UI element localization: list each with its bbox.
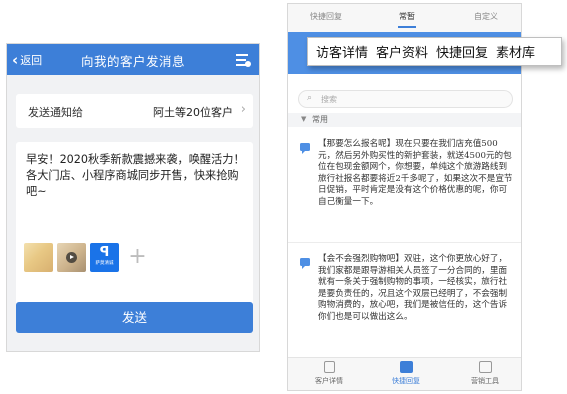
mini-program-logo-icon: ꟼ	[99, 245, 110, 260]
category-name: 常用	[312, 115, 328, 124]
add-attachment-button[interactable]: +	[123, 243, 152, 272]
chat-icon	[399, 361, 413, 373]
bottom-tab-quick-reply[interactable]: 快捷回复	[381, 361, 431, 386]
message-textarea[interactable]: 早安！2020秋季新款震撼来袭，唤醒活力！各大门店、小程序商城同步开售，快来抢购…	[26, 152, 246, 200]
attachment-list: ꟼ 萨莫清诚 +	[24, 243, 152, 272]
search-input[interactable]: ⌕ 搜索	[298, 90, 513, 108]
search-icon: ⌕	[307, 93, 313, 103]
nav-bar: ‹ 返回 向我的客户发消息	[7, 44, 259, 75]
tab-indicator	[398, 26, 416, 28]
attachment-video[interactable]	[57, 243, 86, 272]
attachment-mini-program[interactable]: ꟼ 萨莫清诚	[90, 243, 119, 272]
message-icon	[300, 143, 310, 154]
profile-icon	[323, 361, 335, 373]
toolbar-customer-info[interactable]: 客户资料	[376, 42, 428, 61]
tab-common[interactable]: 常暂	[399, 11, 415, 22]
toolbar-material-library[interactable]: 素材库	[496, 42, 535, 61]
tools-icon	[478, 361, 492, 373]
chevron-right-icon: ›	[240, 102, 246, 117]
toolbar-quick-reply[interactable]: 快捷回复	[436, 42, 488, 61]
search-placeholder: 搜索	[321, 95, 337, 104]
tab-custom[interactable]: 自定义	[474, 11, 498, 22]
mini-program-caption: 萨莫清诚	[95, 261, 114, 266]
compose-screen: ‹ 返回 向我的客户发消息 发送通知给 阿土等20位客户 › 早安！2020秋季…	[6, 43, 260, 352]
bottom-tab-marketing-tools[interactable]: 营销工具	[460, 361, 510, 386]
toolbar-visitor-details[interactable]: 访客详情	[316, 42, 368, 61]
recipient-value: 阿土等20位客户	[153, 106, 233, 119]
collapse-arrow-icon: ▼	[301, 115, 307, 123]
reply-text: 【那要怎么报名呢】现在只要在我们店充值500元，然后另外购买性的新护套装，就送4…	[318, 139, 513, 207]
recipient-label: 发送通知给	[28, 106, 83, 119]
message-icon	[300, 258, 310, 269]
page-title: 向我的客户发消息	[80, 54, 185, 69]
top-tab-bar: 快捷回复 常暂 自定义	[288, 4, 521, 32]
play-icon	[66, 252, 77, 263]
attachment-image[interactable]	[24, 243, 53, 272]
bottom-tab-bar: 客户详情 快捷回复 营销工具	[288, 357, 521, 390]
message-card: 早安！2020秋季新款震撼来袭，唤醒活力！各大门店、小程序商城同步开售，快来抢购…	[16, 142, 253, 326]
divider	[288, 242, 521, 243]
menu-icon[interactable]	[236, 54, 251, 67]
send-button[interactable]: 发送	[16, 302, 253, 333]
bottom-tab-customer-details[interactable]: 客户详情	[304, 361, 354, 386]
reply-item[interactable]: 【那要怎么报名呢】现在只要在我们店充值500元，然后另外购买性的新护套装，就送4…	[288, 135, 521, 237]
feature-toolbar: 访客详情 客户资料 快捷回复 素材库	[307, 37, 562, 66]
tab-quick-reply[interactable]: 快捷回复	[310, 11, 342, 22]
reply-text: 【会不会强烈购物吧】双驻，这个你更放心好了，我们家都是跟导游相关人员签了一分合同…	[318, 254, 508, 322]
recipient-selector[interactable]: 发送通知给 阿土等20位客户 ›	[16, 94, 253, 128]
category-header[interactable]: ▼ 常用	[288, 113, 521, 127]
reply-item[interactable]: 【会不会强烈购物吧】双驻，这个你更放心好了，我们家都是跟导游相关人员签了一分合同…	[288, 252, 521, 352]
